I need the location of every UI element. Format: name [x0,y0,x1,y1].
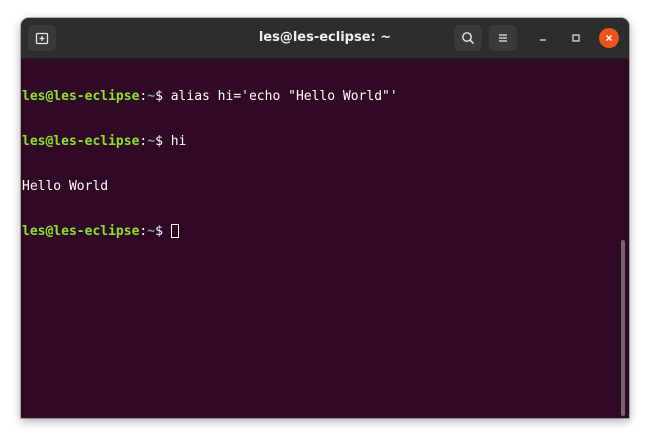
prompt-user: les@les-eclipse [22,224,140,239]
terminal-line: Hello World [22,179,620,194]
minimize-icon [540,39,546,41]
scrollbar[interactable] [621,240,625,416]
prompt-path: ~ [147,89,156,104]
menu-button[interactable] [489,25,517,51]
prompt-dollar: $ [155,224,171,239]
terminal-window: les@les-eclipse: ~ les@les-eclipse:~$ al… [21,18,629,418]
search-button[interactable] [454,25,482,51]
hamburger-menu-icon [499,34,507,42]
new-tab-icon [35,32,49,45]
text-cursor [170,224,179,238]
terminal-line: les@les-eclipse:~$ [22,224,620,239]
search-icon [462,32,475,45]
close-icon [606,35,612,41]
title-bar[interactable]: les@les-eclipse: ~ [21,18,629,59]
output-text: Hello World [22,179,109,194]
command-text: hi [170,134,187,149]
prompt-user: les@les-eclipse [22,89,140,104]
prompt-dollar: $ [155,89,171,104]
terminal-line: les@les-eclipse:~$ alias hi='echo "Hello… [22,89,620,104]
maximize-icon [572,34,580,42]
minimize-button[interactable] [533,28,553,48]
maximize-button[interactable] [566,28,586,48]
prompt-user: les@les-eclipse [22,134,140,149]
terminal-output[interactable]: les@les-eclipse:~$ alias hi='echo "Hello… [21,59,620,418]
prompt-dollar: $ [155,134,171,149]
prompt-path: ~ [147,134,156,149]
terminal-line: les@les-eclipse:~$ hi [22,134,620,149]
command-text: alias hi='echo "Hello World"' [170,89,398,104]
new-tab-button[interactable] [28,25,56,51]
prompt-path: ~ [147,224,156,239]
close-button[interactable] [599,28,619,48]
